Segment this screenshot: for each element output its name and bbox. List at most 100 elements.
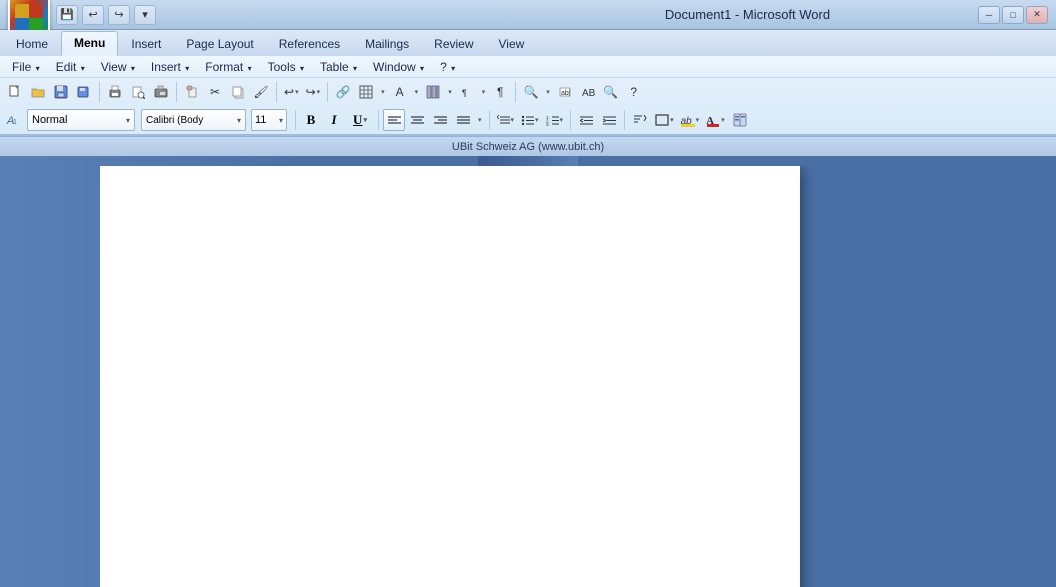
field-button[interactable]: ab| bbox=[554, 81, 576, 103]
style-value: Normal bbox=[32, 114, 67, 126]
status-bar: UBit Schweiz AG (www.ubit.ch) bbox=[0, 136, 1056, 156]
close-button[interactable]: ✕ bbox=[1026, 6, 1048, 24]
menu-insert[interactable]: Insert ▾ bbox=[143, 58, 197, 76]
tab-view[interactable]: View bbox=[487, 33, 537, 56]
copy-button[interactable] bbox=[227, 81, 249, 103]
separator-2 bbox=[176, 82, 177, 102]
find-button[interactable]: 🔍 bbox=[520, 81, 542, 103]
insert-dropdown[interactable]: ▾ bbox=[412, 81, 422, 103]
save-button[interactable]: 💾 bbox=[56, 5, 78, 25]
new-button[interactable] bbox=[4, 81, 26, 103]
underline-button[interactable]: U ▾ bbox=[346, 109, 374, 131]
menu-window[interactable]: Window ▾ bbox=[365, 58, 432, 76]
justify-dropdown[interactable]: ▾ bbox=[475, 109, 485, 131]
decrease-indent-button[interactable] bbox=[575, 109, 597, 131]
font-value: Calibri (Body bbox=[146, 115, 203, 126]
spelling-button[interactable]: ABC bbox=[577, 81, 599, 103]
document-page[interactable] bbox=[100, 166, 800, 587]
fax-button[interactable] bbox=[150, 81, 172, 103]
bullets-button[interactable]: ▾ bbox=[518, 109, 542, 131]
menu-file[interactable]: File ▾ bbox=[4, 58, 48, 76]
show-hide-button[interactable]: ¶ bbox=[489, 81, 511, 103]
underline-dropdown-arrow: ▾ bbox=[363, 116, 367, 124]
toolbar-row-1: ✂ 🖌 ↩▾ ↪▾ 🔗 ▾ A ▾ ▾ ¶ ▾ bbox=[0, 78, 1056, 106]
tab-page-layout[interactable]: Page Layout bbox=[174, 33, 265, 56]
align-left-button[interactable] bbox=[383, 109, 405, 131]
customize-button[interactable]: ▾ bbox=[134, 5, 156, 25]
open-button[interactable] bbox=[27, 81, 49, 103]
italic-button[interactable]: I bbox=[323, 109, 345, 131]
undo-toolbar-button[interactable]: ↩▾ bbox=[281, 81, 302, 103]
format-painter-button[interactable]: 🖌 bbox=[250, 81, 272, 103]
tab-menu[interactable]: Menu bbox=[61, 31, 118, 56]
page-area[interactable] bbox=[100, 166, 1056, 587]
numbering-button[interactable]: 1.2.3. ▾ bbox=[543, 109, 567, 131]
find-dropdown[interactable]: ▾ bbox=[543, 81, 553, 103]
highlight-button[interactable]: ab ▾ bbox=[678, 109, 703, 131]
separator-fmt-5 bbox=[624, 110, 625, 130]
svg-text:¶: ¶ bbox=[462, 88, 467, 98]
svg-text:3.: 3. bbox=[546, 122, 550, 126]
insert-table-dropdown[interactable]: ▾ bbox=[378, 81, 388, 103]
menu-help[interactable]: ? ▾ bbox=[432, 58, 463, 76]
zoom-button[interactable]: 🔍 bbox=[600, 81, 622, 103]
redo-toolbar-button[interactable]: ↪▾ bbox=[303, 81, 324, 103]
text-direction-button[interactable]: ¶ bbox=[456, 81, 478, 103]
columns-dropdown[interactable]: ▾ bbox=[445, 81, 455, 103]
paste-button[interactable] bbox=[181, 81, 203, 103]
font-selector[interactable]: Calibri (Body ▾ bbox=[141, 109, 246, 131]
tab-insert[interactable]: Insert bbox=[119, 33, 173, 56]
font-size-value: 11 bbox=[255, 114, 266, 126]
menu-edit[interactable]: Edit ▾ bbox=[48, 58, 93, 76]
separator-fmt-2 bbox=[378, 110, 379, 130]
size-dropdown-arrow: ▾ bbox=[279, 116, 283, 125]
help-button[interactable]: ? bbox=[623, 81, 645, 103]
font-size-selector[interactable]: 11 ▾ bbox=[251, 109, 287, 131]
separator-fmt-3 bbox=[489, 110, 490, 130]
style-selector[interactable]: Normal ▾ bbox=[27, 109, 135, 131]
print-preview-button[interactable] bbox=[127, 81, 149, 103]
tab-mailings[interactable]: Mailings bbox=[353, 33, 421, 56]
align-center-button[interactable] bbox=[406, 109, 428, 131]
tab-home[interactable]: Home bbox=[4, 33, 60, 56]
menu-format[interactable]: Format ▾ bbox=[197, 58, 259, 76]
columns-button[interactable] bbox=[422, 81, 444, 103]
minimize-button[interactable]: ─ bbox=[978, 6, 1000, 24]
more-btn[interactable]: ▾ bbox=[479, 81, 489, 103]
line-spacing-button[interactable]: ▾ bbox=[494, 109, 518, 131]
window-title: Document1 - Microsoft Word bbox=[517, 7, 978, 22]
toolbar-row-2: A1 Normal ▾ Calibri (Body ▾ 11 ▾ B I U ▾ bbox=[0, 106, 1056, 134]
undo-button[interactable]: ↩ bbox=[82, 5, 104, 25]
align-right-button[interactable] bbox=[429, 109, 451, 131]
style-book-button[interactable] bbox=[729, 109, 751, 131]
bold-button[interactable]: B bbox=[300, 109, 322, 131]
font-dropdown-arrow: ▾ bbox=[237, 116, 241, 125]
quick-access-toolbar: 💾 ↩ ↪ ▾ bbox=[56, 5, 517, 25]
redo-button[interactable]: ↪ bbox=[108, 5, 130, 25]
print-button[interactable] bbox=[104, 81, 126, 103]
svg-text:ab|: ab| bbox=[561, 90, 571, 97]
main-area bbox=[0, 156, 1056, 587]
menu-table[interactable]: Table ▾ bbox=[312, 58, 365, 76]
table-insert-button[interactable] bbox=[355, 81, 377, 103]
menu-view[interactable]: View ▾ bbox=[93, 58, 143, 76]
sort-button[interactable] bbox=[629, 109, 651, 131]
hyperlink-button[interactable]: 🔗 bbox=[332, 81, 354, 103]
justify-button[interactable] bbox=[452, 109, 474, 131]
increase-indent-button[interactable] bbox=[598, 109, 620, 131]
separator-1 bbox=[99, 82, 100, 102]
maximize-button[interactable]: □ bbox=[1002, 6, 1024, 24]
tab-references[interactable]: References bbox=[267, 33, 352, 56]
font-color-button[interactable]: A ▾ bbox=[703, 109, 728, 131]
cut-button[interactable]: ✂ bbox=[204, 81, 226, 103]
tab-review[interactable]: Review bbox=[422, 33, 485, 56]
border-button[interactable]: ▾ bbox=[652, 109, 677, 131]
window-controls: ─ □ ✕ bbox=[978, 6, 1048, 24]
menu-tools[interactable]: Tools ▾ bbox=[260, 58, 312, 76]
ribbon-body: File ▾ Edit ▾ View ▾ Insert ▾ Format ▾ T… bbox=[0, 56, 1056, 136]
separator-fmt-1 bbox=[295, 110, 296, 130]
save-all-button[interactable] bbox=[73, 81, 95, 103]
insert-word-art[interactable]: A bbox=[389, 81, 411, 103]
svg-text:1: 1 bbox=[13, 119, 17, 126]
save-toolbar-button[interactable] bbox=[50, 81, 72, 103]
